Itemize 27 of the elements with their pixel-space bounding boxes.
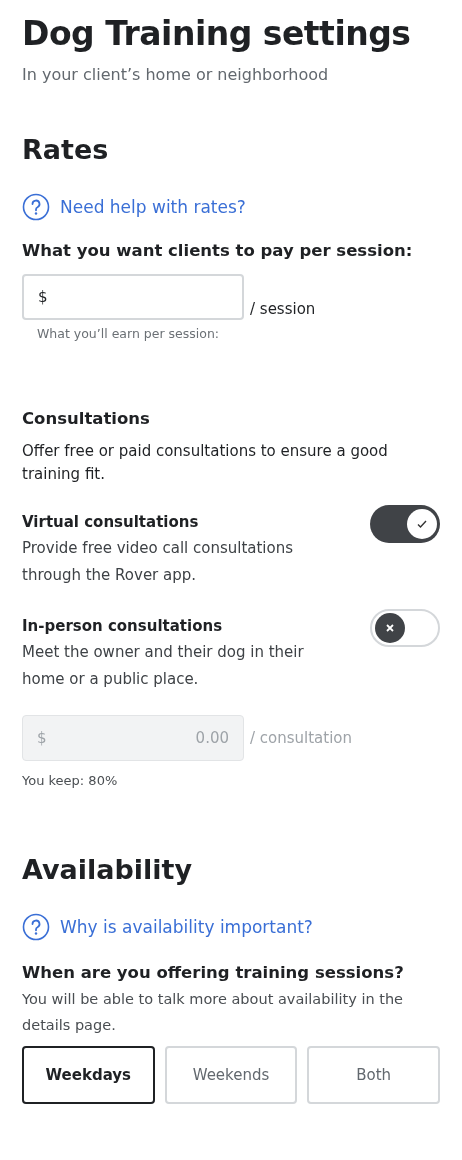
day-option-button[interactable]: Weekdays	[22, 1046, 155, 1105]
option-description: Provide free video call consultations through the Rover app.	[22, 538, 295, 586]
price-field[interactable]: $	[22, 274, 244, 320]
day-option-button[interactable]: Weekends	[164, 1046, 298, 1105]
help-icon	[22, 913, 50, 941]
toggle-switch[interactable]	[370, 505, 440, 543]
option-title: In-person consultations	[22, 617, 224, 635]
unit-label: / session	[250, 300, 316, 320]
option-description: Meet the owner and their dog in their home or a public place.	[22, 642, 305, 690]
help-icon	[22, 193, 50, 221]
field-label: What you want clients to pay per session:	[22, 241, 414, 260]
unit-label: / consultation	[250, 729, 353, 747]
section-heading: Availability	[22, 854, 194, 885]
subsection-heading: Consultations	[22, 409, 151, 428]
keep-note: You keep: 80%	[22, 773, 119, 788]
earnings-hint: What you’ll earn per session:	[37, 326, 221, 341]
section-description: You will be able to talk more about availability in the details page.	[22, 990, 404, 1036]
section-heading: Rates	[22, 134, 110, 165]
help-link[interactable]: Need help with rates?	[22, 193, 440, 221]
field-label: When are you offering training sessions?	[22, 963, 405, 982]
page-title: Dog Training settings	[22, 14, 412, 53]
help-link[interactable]: Why is availability important?	[22, 913, 440, 941]
option-title: Virtual consultations	[22, 513, 200, 531]
toggle-switch[interactable]	[370, 609, 440, 647]
section-description: Offer free or paid consultations to ensure a good training fit.	[22, 441, 389, 485]
day-option-button[interactable]: Both	[307, 1046, 440, 1105]
page-subtitle: In your client’s home or neighborhood	[22, 65, 330, 84]
